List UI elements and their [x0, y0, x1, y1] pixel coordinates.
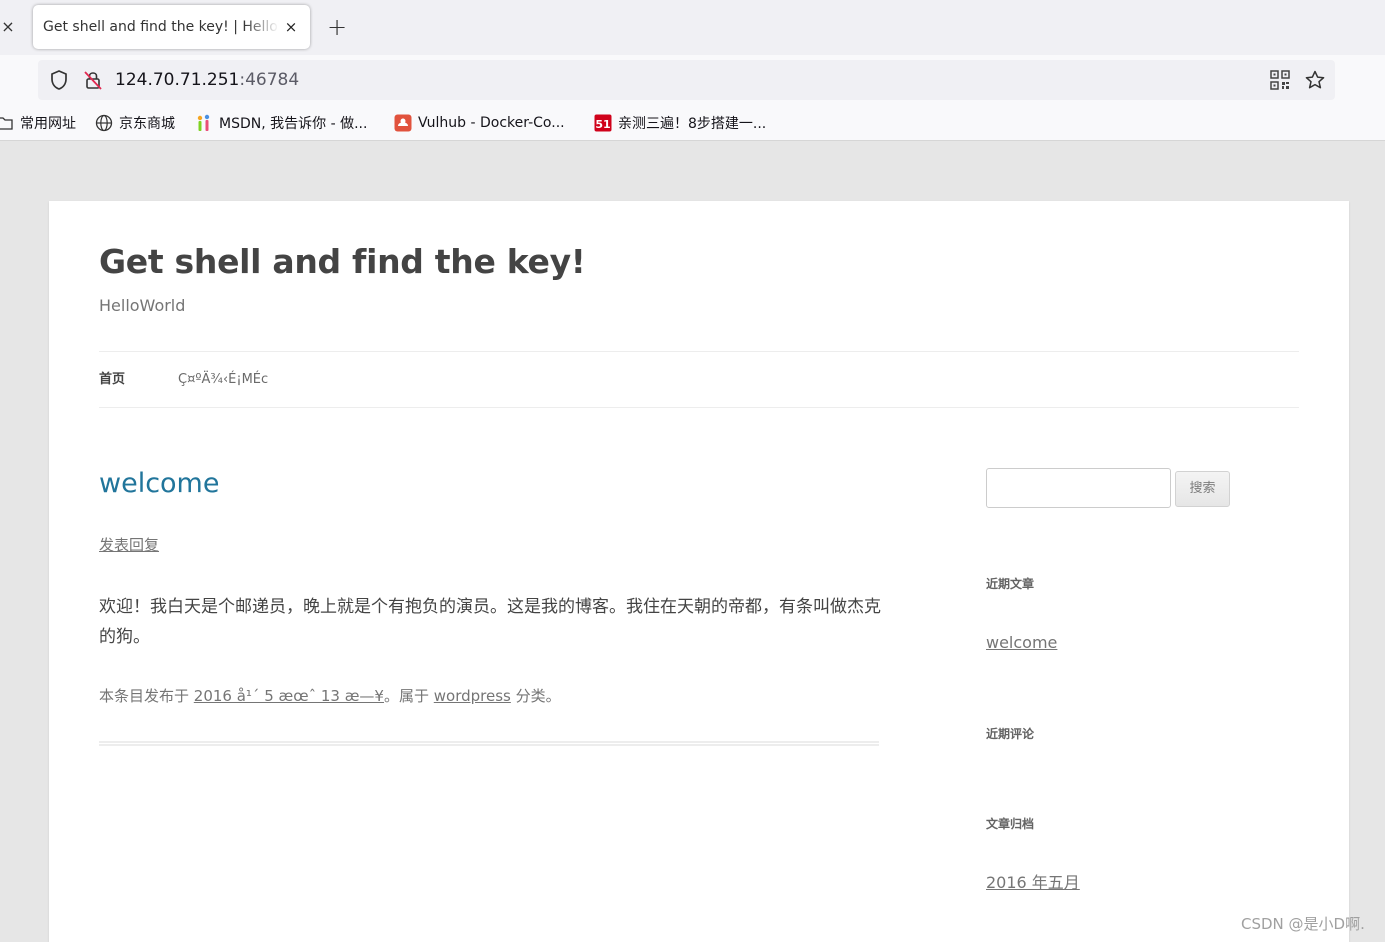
tab-strip: × Get shell and find the key! | HelloWor…	[0, 0, 1385, 55]
new-tab-button[interactable]: +	[324, 13, 350, 41]
shield-icon[interactable]	[48, 69, 70, 91]
bookmarks-toolbar: 常用网址 京东商城 MSDN, 我告诉你 - 做... Vulhub - Doc…	[0, 105, 1385, 141]
menu-divider-bottom	[99, 407, 1299, 408]
msdn-icon	[197, 114, 210, 131]
51cto-icon: 51	[594, 114, 612, 132]
archive-link[interactable]: 2016 年五月	[986, 872, 1080, 894]
bookmark-label: Vulhub - Docker-Co...	[418, 115, 565, 131]
url-port: :46784	[239, 70, 300, 90]
svg-text:51: 51	[595, 118, 610, 131]
insecure-lock-icon[interactable]	[82, 69, 104, 91]
meta-middle: 。属于	[383, 687, 434, 705]
post-separator	[99, 741, 879, 746]
bookmark-item[interactable]: 51 亲测三遍！8步搭建一...	[594, 112, 766, 134]
tab-title: Get shell and find the key! | HelloWorld	[43, 19, 279, 35]
recent-comments-title: 近期评论	[986, 727, 1035, 741]
url-text[interactable]: 124.70.71.251:46784	[115, 70, 299, 90]
recent-post-link[interactable]: welcome	[986, 632, 1057, 654]
nav-page-link[interactable]: Ç¤ºÄ¾‹É¡MÉϲ	[178, 371, 268, 389]
search-button[interactable]: 搜索	[1175, 471, 1230, 507]
bookmark-label: 京东商城	[119, 116, 175, 132]
bookmark-item[interactable]: 常用网址	[0, 112, 76, 134]
globe-icon	[95, 114, 113, 132]
browser-tab[interactable]: Get shell and find the key! | HelloWorld…	[33, 5, 310, 49]
category-link[interactable]: wordpress	[434, 687, 511, 705]
navigation-bar: 124.70.71.251:46784	[0, 55, 1385, 105]
recent-posts-title: 近期文章	[986, 577, 1035, 591]
address-bar[interactable]: 124.70.71.251:46784	[38, 60, 1335, 100]
close-icon[interactable]: ×	[0, 16, 16, 38]
qr-code-icon[interactable]	[1270, 70, 1290, 90]
bookmark-item[interactable]: Vulhub - Docker-Co...	[394, 112, 565, 134]
folder-icon	[0, 117, 13, 130]
bookmark-label: 常用网址	[20, 116, 76, 132]
bookmark-label: MSDN, 我告诉你 - 做...	[219, 116, 368, 132]
site-page: Get shell and find the key! HelloWorld 首…	[49, 201, 1349, 942]
bookmark-label: 亲测三遍！8步搭建一...	[618, 116, 767, 132]
menu-divider-top	[99, 351, 1299, 352]
archives-title: 文章归档	[986, 817, 1035, 831]
bookmark-star-icon[interactable]	[1304, 69, 1326, 91]
tab-close-icon[interactable]: ×	[281, 16, 301, 38]
post-title-link[interactable]: welcome	[99, 465, 219, 503]
nav-home-link[interactable]: 首页	[99, 371, 125, 389]
vulhub-icon	[394, 114, 412, 132]
bookmark-item[interactable]: 京东商城	[95, 112, 175, 134]
post-content: 欢迎！我白天是个邮递员，晚上就是个有抱负的演员。这是我的博客。我住在天朝的帝都，…	[99, 597, 881, 647]
meta-prefix: 本条目发布于	[99, 687, 194, 705]
site-title[interactable]: Get shell and find the key!	[99, 241, 586, 283]
url-host: 124.70.71.251	[115, 70, 240, 90]
search-input[interactable]	[986, 468, 1171, 508]
site-description: HelloWorld	[99, 296, 186, 315]
meta-suffix: 分类。	[510, 687, 561, 705]
bookmark-item[interactable]: MSDN, 我告诉你 - 做...	[195, 112, 367, 134]
post-date-link[interactable]: 2016 å¹´ 5 æœˆ 13 æ—¥	[194, 687, 384, 705]
post-meta: 本条目发布于 2016 å¹´ 5 æœˆ 13 æ—¥。属于 wordpres…	[99, 685, 561, 707]
csdn-watermark: CSDN @是小D啊.	[1241, 915, 1365, 933]
leave-reply-link[interactable]: 发表回复	[99, 535, 159, 555]
